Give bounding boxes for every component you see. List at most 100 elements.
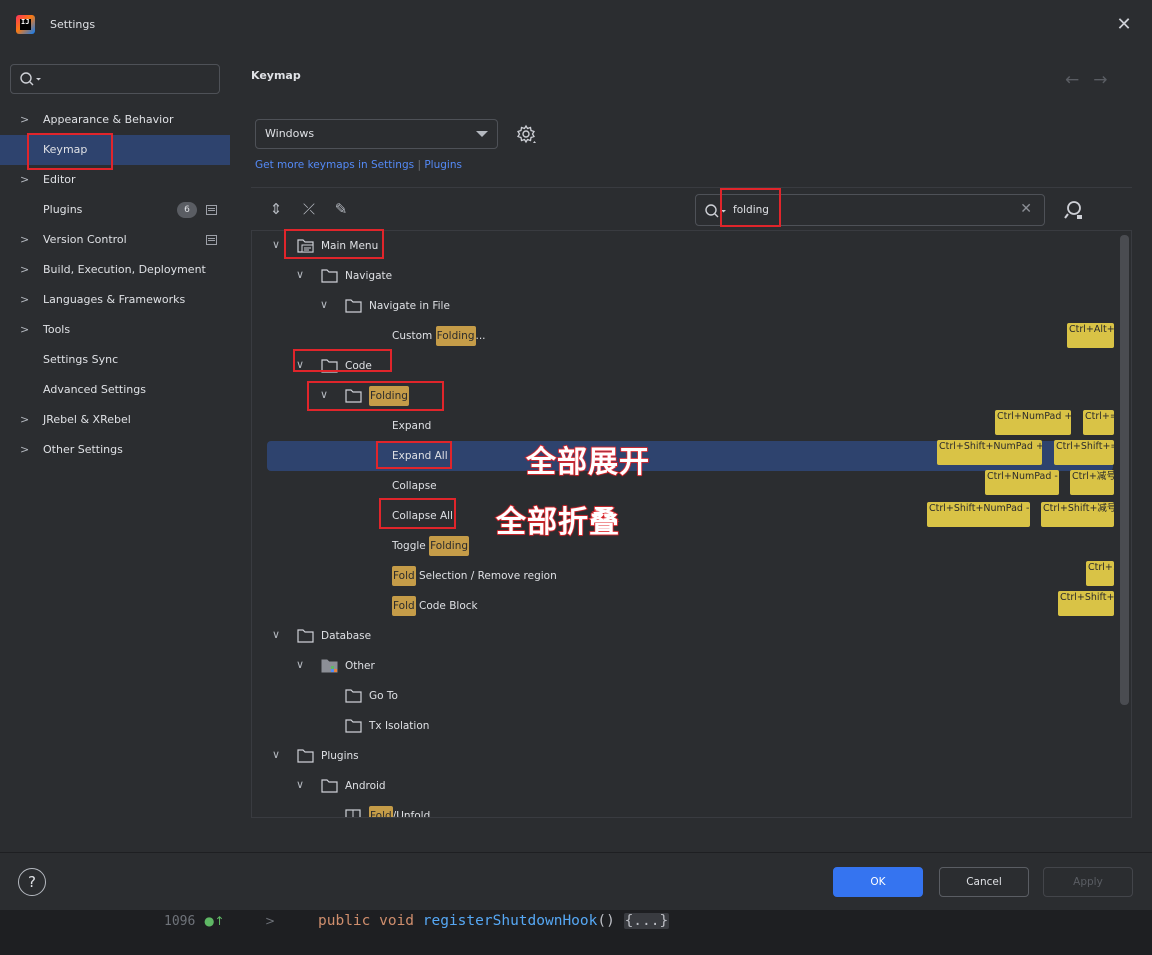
find-by-shortcut-icon[interactable] <box>1063 199 1085 221</box>
tree-label: Custom Folding... <box>392 326 486 346</box>
sidebar-item-other-settings[interactable]: > Other Settings <box>0 435 230 465</box>
tree-row-expand[interactable]: Expand Ctrl+NumPad + Ctrl+= <box>252 410 1114 441</box>
annotation-expand-all-text: 全部展开 <box>525 444 650 481</box>
sidebar-item-label: Other Settings <box>43 443 123 456</box>
chevron-down-icon[interactable]: ∨ <box>272 629 284 641</box>
keymap-scheme-select[interactable]: Windows <box>255 119 498 149</box>
sidebar-item-plugins[interactable]: Plugins 6 <box>0 195 230 225</box>
tree-row-database[interactable]: ∨ Database <box>252 621 1112 651</box>
annotation-box-folding <box>307 381 444 411</box>
shortcut-badge: Ctrl+Shift+减号 <box>1041 502 1114 527</box>
chevron-right-icon: > <box>20 263 30 276</box>
annotation-box-keymap <box>27 133 113 170</box>
chevron-down-icon[interactable]: ∨ <box>272 749 284 761</box>
help-icon[interactable]: ? <box>18 868 46 896</box>
plugin-group-icon <box>321 659 338 673</box>
background-editor: 1096 ●↑ > public void registerShutdownHo… <box>0 910 1152 955</box>
label-text: /Unfold <box>392 810 431 818</box>
tree-label: Go To <box>369 690 398 702</box>
collapse-all-icon[interactable]: ⤫ <box>300 200 318 218</box>
sidebar-item-languages[interactable]: > Languages & Frameworks <box>0 285 230 315</box>
sidebar-item-label: JRebel & XRebel <box>43 413 131 426</box>
sidebar-item-label: Settings Sync <box>43 353 119 366</box>
shortcut-badge: Ctrl+NumPad - <box>985 470 1059 495</box>
settings-search-input[interactable] <box>10 64 220 94</box>
code-parens: () <box>597 913 624 929</box>
apply-button[interactable]: Apply <box>1043 867 1133 897</box>
tree-row-other[interactable]: ∨ Other <box>252 651 1112 681</box>
plugins-link[interactable]: Plugins <box>424 159 462 171</box>
plugins-update-badge: 6 <box>177 202 197 218</box>
override-marker-icon[interactable]: ●↑ <box>204 914 225 928</box>
sidebar-item-settings-sync[interactable]: Settings Sync <box>0 345 230 375</box>
forward-arrow-icon[interactable]: → <box>1093 70 1121 90</box>
shortcut-badge: Ctrl+Shift+= <box>1054 440 1114 465</box>
tree-label: Fold/Unfold <box>369 806 431 818</box>
edit-pencil-icon[interactable]: ✎ <box>332 200 350 218</box>
tree-label: Collapse <box>392 480 437 492</box>
folder-icon <box>345 719 362 733</box>
line-number: 1096 <box>164 914 196 929</box>
project-settings-icon <box>206 235 217 245</box>
sidebar-item-label: Appearance & Behavior <box>43 113 174 126</box>
folder-icon <box>297 749 314 763</box>
vertical-scrollbar[interactable] <box>1120 235 1129 705</box>
get-more-keymaps-link[interactable]: Get more keymaps in Settings | Plugins <box>255 159 462 171</box>
clear-search-icon[interactable]: ✕ <box>1020 201 1032 217</box>
fold-chevron-icon[interactable]: > <box>265 914 275 928</box>
close-icon[interactable]: ✕ <box>1113 14 1135 36</box>
chevron-right-icon: > <box>20 443 30 456</box>
shortcut-badge: Ctrl+= <box>1083 410 1114 435</box>
chevron-down-icon[interactable]: ∨ <box>320 299 332 311</box>
chevron-right-icon: > <box>20 113 30 126</box>
chevron-right-icon: > <box>20 293 30 306</box>
tree-row-navigate-in-file[interactable]: ∨ Navigate in File <box>252 291 1112 321</box>
title-bar: IJ Settings ✕ <box>0 0 1152 50</box>
cancel-button[interactable]: Cancel <box>939 867 1029 897</box>
tree-label: Fold Selection / Remove region <box>392 566 557 586</box>
annotation-box-expand-all <box>376 441 452 469</box>
chevron-down-icon[interactable]: ∨ <box>296 779 308 791</box>
tree-row-collapse[interactable]: Collapse Ctrl+NumPad - Ctrl+减号 <box>252 470 1114 501</box>
tree-row-toggle-folding[interactable]: Toggle Folding <box>252 531 1112 561</box>
tree-row-tx-isolation[interactable]: Tx Isolation <box>252 711 1112 741</box>
tree-row-navigate[interactable]: ∨ Navigate <box>252 261 1112 291</box>
expand-all-icon[interactable]: ⇕ <box>267 200 285 218</box>
chevron-right-icon: > <box>20 413 30 426</box>
folder-icon <box>321 779 338 793</box>
link-separator: | <box>417 159 421 171</box>
chevron-right-icon: > <box>20 323 30 336</box>
chevron-down-icon[interactable]: ∨ <box>296 659 308 671</box>
sidebar-item-jrebel[interactable]: > JRebel & XRebel <box>0 405 230 435</box>
tree-row-fold-unfold[interactable]: Fold/Unfold <box>252 801 1112 818</box>
tree-label: Fold Code Block <box>392 596 478 616</box>
shortcut-badge: Ctrl+NumPad + <box>995 410 1071 435</box>
sidebar-item-advanced[interactable]: Advanced Settings <box>0 375 230 405</box>
gear-icon[interactable] <box>516 124 538 146</box>
tree-row-custom-folding[interactable]: Custom Folding... Ctrl+Alt+. <box>252 321 1114 351</box>
tree-row-plugins[interactable]: ∨ Plugins <box>252 741 1112 771</box>
tree-row-go-to[interactable]: Go To <box>252 681 1112 711</box>
more-keymaps-text[interactable]: Get more keymaps in Settings <box>255 159 414 171</box>
action-icon <box>345 809 361 817</box>
ok-button[interactable]: OK <box>833 867 923 897</box>
code-line[interactable]: public void registerShutdownHook() {...} <box>318 913 670 929</box>
page-title: Keymap <box>251 69 301 82</box>
folded-code-block[interactable]: {...} <box>623 913 670 929</box>
chevron-down-icon[interactable]: ∨ <box>296 269 308 281</box>
tree-row-android[interactable]: ∨ Android <box>252 771 1112 801</box>
back-forward-arrows[interactable]: ←→ <box>1065 70 1122 90</box>
label-text: Selection / Remove region <box>415 570 557 582</box>
sidebar-item-tools[interactable]: > Tools <box>0 315 230 345</box>
sidebar-item-build[interactable]: > Build, Execution, Deployment <box>0 255 230 285</box>
sidebar-item-appearance[interactable]: > Appearance & Behavior <box>0 105 230 135</box>
tree-row-fold-selection[interactable]: Fold Selection / Remove region Ctrl+. <box>252 561 1114 591</box>
settings-sidebar: > Appearance & Behavior Keymap > Editor … <box>0 50 240 852</box>
shortcut-badge: Ctrl+减号 <box>1070 470 1114 495</box>
chevron-down-icon[interactable]: ∨ <box>272 239 284 251</box>
folder-icon <box>321 269 338 283</box>
back-arrow-icon[interactable]: ← <box>1065 70 1093 90</box>
label-text: Custom <box>392 330 436 342</box>
sidebar-item-version-control[interactable]: > Version Control <box>0 225 230 255</box>
tree-row-fold-code-block[interactable]: Fold Code Block Ctrl+Shift+. <box>252 591 1114 621</box>
